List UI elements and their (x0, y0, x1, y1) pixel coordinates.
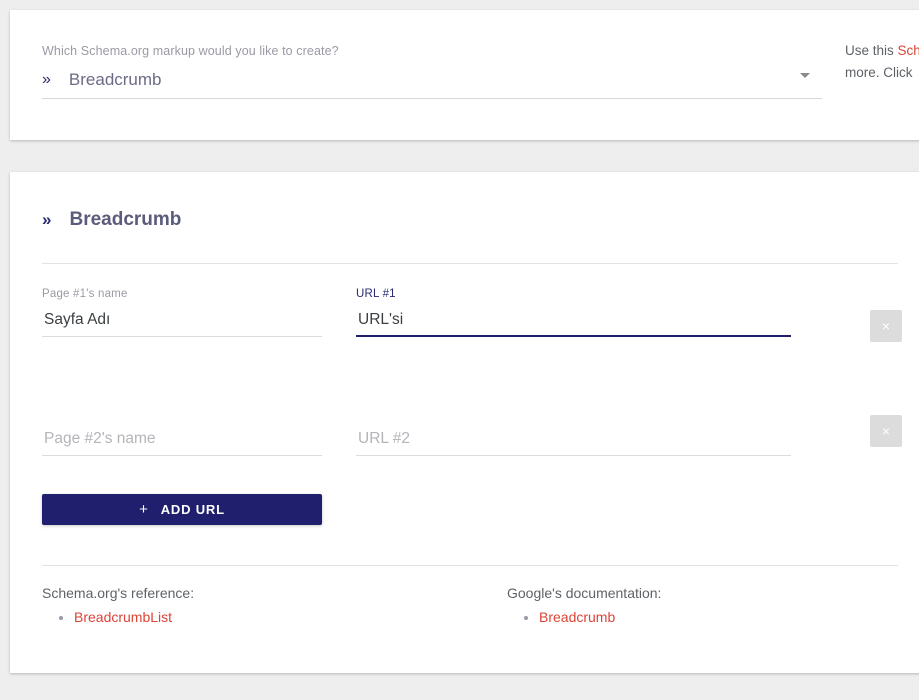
plus-icon: + (139, 501, 149, 518)
google-documentation-link[interactable]: Breadcrumb (539, 609, 615, 625)
schema-type-select-wrap: Which Schema.org markup would you like t… (42, 44, 822, 99)
schema-type-select[interactable]: » Breadcrumb (42, 71, 822, 99)
schema-type-selector-card: Which Schema.org markup would you like t… (10, 10, 919, 140)
side-note-line2: more. Click (845, 64, 913, 80)
url-field-2 (356, 398, 791, 456)
url-input-2[interactable] (356, 430, 791, 456)
url-input-1[interactable] (356, 311, 791, 337)
schema-reference-heading: Schema.org's reference: (42, 585, 195, 601)
builder-title: » Breadcrumb (42, 210, 181, 229)
schema-type-selected-value: Breadcrumb (68, 70, 162, 89)
schema-reference-list: BreadcrumbList (42, 609, 194, 625)
google-documentation-heading: Google's documentation: (507, 585, 662, 601)
google-documentation-list: Breadcrumb (507, 609, 661, 625)
list-item: BreadcrumbList (74, 609, 194, 625)
schema-type-question-label: Which Schema.org markup would you like t… (42, 44, 339, 58)
url-field-1: URL #1 (356, 288, 791, 337)
add-url-button-label: ADD URL (160, 502, 225, 517)
page-name-label-2 (42, 398, 322, 421)
url-label-2 (356, 398, 791, 421)
url-label-1: URL #1 (356, 288, 396, 300)
page-name-input-1[interactable] (42, 311, 322, 337)
remove-row-button-1[interactable]: × (870, 310, 902, 342)
double-chevron-icon: » (42, 210, 52, 229)
add-url-button[interactable]: + ADD URL (42, 494, 322, 525)
google-documentation-column: Google's documentation: Breadcrumb (507, 585, 661, 625)
side-note-line1-prefix: Use this (845, 43, 898, 58)
remove-row-button-2[interactable]: × (870, 415, 902, 447)
page-name-field-2 (42, 398, 322, 456)
list-item: Breadcrumb (539, 609, 661, 625)
page-name-input-2[interactable] (42, 430, 322, 456)
divider-top (42, 263, 898, 264)
chevron-down-icon[interactable] (800, 73, 810, 78)
page-name-field-1: Page #1's name (42, 288, 322, 337)
side-note-link[interactable]: Sch (898, 43, 919, 58)
schema-reference-link[interactable]: BreadcrumbList (74, 609, 172, 625)
page-name-label-1: Page #1's name (42, 288, 128, 300)
divider-bottom (42, 565, 898, 566)
schema-reference-column: Schema.org's reference: BreadcrumbList (42, 585, 194, 625)
side-note: Use this Sch more. Click (845, 40, 919, 84)
page-title: Breadcrumb (69, 209, 182, 230)
double-chevron-icon: » (42, 70, 51, 88)
app-root: Which Schema.org markup would you like t… (0, 0, 919, 700)
